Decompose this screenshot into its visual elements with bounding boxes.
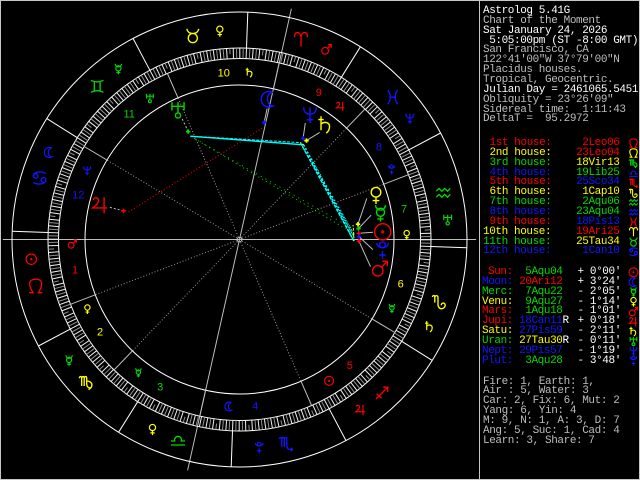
svg-text:5: 5	[347, 360, 353, 372]
svg-text:11: 11	[123, 108, 134, 120]
svg-text:7: 7	[401, 204, 407, 216]
svg-text:10: 10	[218, 68, 230, 80]
svg-text:3: 3	[157, 381, 163, 393]
svg-text:2: 2	[97, 327, 103, 339]
svg-text:1: 1	[72, 265, 78, 277]
svg-text:9: 9	[316, 87, 322, 99]
svg-text:8: 8	[376, 142, 382, 154]
svg-text:12: 12	[72, 190, 84, 202]
svg-text:4: 4	[252, 401, 258, 413]
svg-text:6: 6	[398, 279, 404, 291]
